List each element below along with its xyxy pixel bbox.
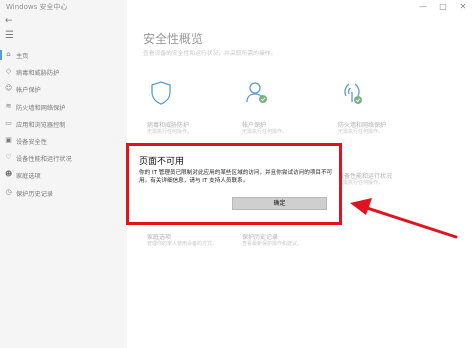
arrow-icon xyxy=(350,198,458,239)
